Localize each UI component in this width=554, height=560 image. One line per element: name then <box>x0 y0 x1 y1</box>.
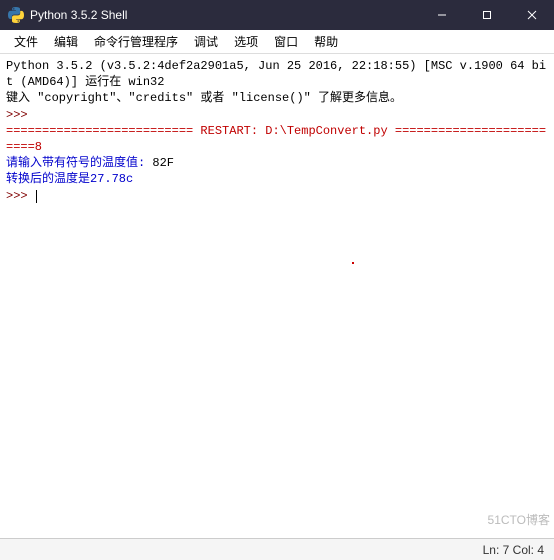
minimize-button[interactable] <box>419 0 464 30</box>
banner-line-1: Python 3.5.2 (v3.5.2:4def2a2901a5, Jun 2… <box>6 59 546 89</box>
user-input: 82F <box>152 156 174 170</box>
menu-debug[interactable]: 调试 <box>186 33 226 50</box>
menu-window[interactable]: 窗口 <box>266 33 306 50</box>
title-bar: Python 3.5.2 Shell <box>0 0 554 30</box>
window-title: Python 3.5.2 Shell <box>30 8 419 22</box>
input-prompt-text: 请输入带有符号的温度值: <box>6 156 152 170</box>
menu-bar: 文件 编辑 命令行管理程序 调试 选项 窗口 帮助 <box>0 30 554 54</box>
banner-line-2: 键入 "copyright"、"credits" 或者 "license()" … <box>6 91 402 105</box>
menu-file[interactable]: 文件 <box>6 33 46 50</box>
prompt-2: >>> <box>6 189 35 203</box>
terminal-area[interactable]: Python 3.5.2 (v3.5.2:4def2a2901a5, Jun 2… <box>0 54 554 538</box>
menu-shell[interactable]: 命令行管理程序 <box>86 33 186 50</box>
menu-help[interactable]: 帮助 <box>306 33 346 50</box>
window-controls <box>419 0 554 30</box>
red-dot-artifact <box>352 262 354 264</box>
maximize-button[interactable] <box>464 0 509 30</box>
menu-edit[interactable]: 编辑 <box>46 33 86 50</box>
status-bar: Ln: 7 Col: 4 <box>0 538 554 560</box>
restart-line: ========================== RESTART: D:\T… <box>6 124 546 154</box>
menu-options[interactable]: 选项 <box>226 33 266 50</box>
python-icon <box>8 7 24 23</box>
text-cursor <box>36 190 37 203</box>
prompt-1: >>> <box>6 108 35 122</box>
output-line: 转换后的温度是27.78c <box>6 172 133 186</box>
close-button[interactable] <box>509 0 554 30</box>
cursor-position: Ln: 7 Col: 4 <box>483 543 544 557</box>
